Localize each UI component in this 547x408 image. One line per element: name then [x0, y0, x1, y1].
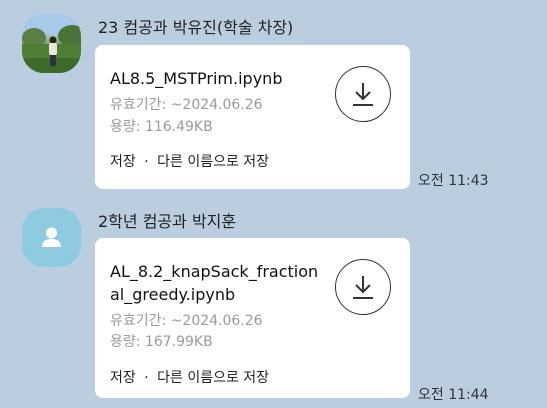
profile-photo-icon	[22, 14, 81, 73]
chat-message: 23 컴공과 박유진(학술 차장) AL8.5_MSTPrim.ipynb 유효…	[0, 14, 547, 194]
sender-avatar[interactable]	[22, 208, 81, 267]
file-name: AL8.5_MSTPrim.ipynb	[110, 69, 283, 88]
file-actions: 저장 · 다른 이름으로 저장	[110, 151, 269, 171]
message-time: 오전 11:43	[418, 173, 489, 189]
file-bubble[interactable]: AL_8.2_knapSack_fractional_greedy.ipynb …	[95, 238, 410, 398]
file-name: AL_8.2_knapSack_fractional_greedy.ipynb	[110, 262, 319, 304]
file-expiry: 유효기간: ~2024.06.26	[110, 97, 263, 113]
sender-name: 23 컴공과 박유진(학술 차장)	[98, 18, 294, 37]
download-icon	[353, 83, 373, 106]
file-expiry: 유효기간: ~2024.06.26	[110, 313, 263, 329]
separator: ·	[144, 154, 149, 170]
file-actions: 저장 · 다른 이름으로 저장	[110, 367, 269, 387]
save-as-button[interactable]: 다른 이름으로 저장	[157, 370, 269, 386]
download-button[interactable]	[335, 66, 391, 122]
save-button[interactable]: 저장	[110, 370, 136, 386]
save-as-button[interactable]: 다른 이름으로 저장	[157, 154, 269, 170]
message-time: 오전 11:44	[418, 387, 489, 403]
chat-message: 2학년 컴공과 박지훈 AL_8.2_knapSack_fractional_g…	[0, 208, 547, 408]
default-user-icon	[42, 227, 61, 247]
file-size: 용량: 167.99KB	[110, 334, 213, 350]
file-size: 용량: 116.49KB	[110, 119, 213, 135]
sender-name: 2학년 컴공과 박지훈	[98, 212, 237, 231]
download-button[interactable]	[335, 259, 391, 315]
save-button[interactable]: 저장	[110, 154, 136, 170]
sender-avatar[interactable]	[22, 14, 81, 73]
download-icon	[353, 276, 373, 299]
file-bubble[interactable]: AL8.5_MSTPrim.ipynb 유효기간: ~2024.06.26 용량…	[95, 45, 410, 189]
separator: ·	[144, 370, 149, 386]
